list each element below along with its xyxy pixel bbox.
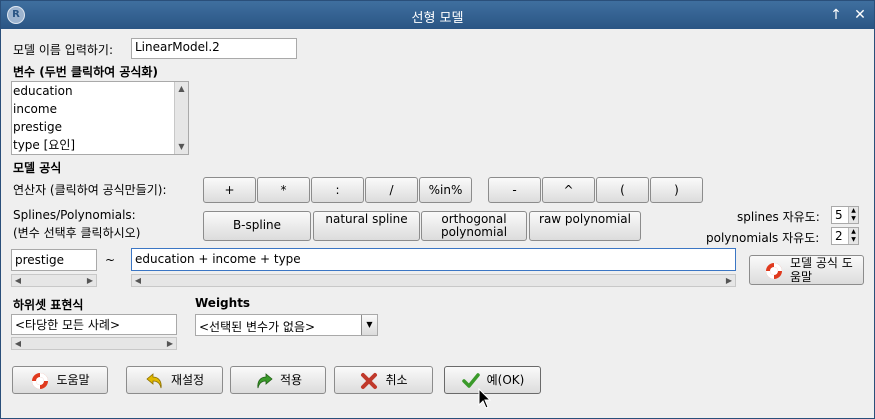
- scroll-right-icon[interactable]: ▶: [164, 338, 176, 349]
- lhs-input[interactable]: prestige: [11, 249, 97, 271]
- spin-arrows-icon[interactable]: ▲ ▼: [848, 228, 858, 244]
- natural-spline-button[interactable]: natural spline: [313, 211, 420, 241]
- rhs-scrollbar[interactable]: ◀ ▶: [131, 274, 736, 287]
- ok-button[interactable]: 예(OK): [444, 366, 541, 394]
- tilde-label: ~: [105, 253, 116, 267]
- poly-df-value: 2: [835, 229, 843, 243]
- operator-slash-button[interactable]: /: [365, 177, 418, 203]
- operator-lparen-button[interactable]: (: [596, 177, 649, 203]
- help-button-label: 도움말: [56, 373, 90, 387]
- title-bar: R 선형 모델 ↑ ✕: [1, 1, 874, 29]
- apply-button[interactable]: 적용: [230, 366, 326, 394]
- model-name-label: 모델 이름 입력하기:: [13, 43, 113, 57]
- redo-arrow-icon: [257, 372, 273, 388]
- reset-button[interactable]: 재설정: [126, 366, 223, 394]
- scroll-left-icon[interactable]: ◀: [132, 275, 144, 286]
- model-name-input[interactable]: LinearModel.2: [131, 38, 297, 59]
- operator-rparen-button[interactable]: ): [650, 177, 703, 203]
- apply-button-label: 적용: [279, 373, 303, 387]
- bspline-button[interactable]: B-spline: [203, 211, 311, 241]
- splines-label: Splines/Polynomials:: [13, 208, 136, 222]
- splines-df-label: splines 자유도:: [737, 210, 820, 224]
- scroll-up-icon[interactable]: ▲: [175, 82, 188, 96]
- subset-scrollbar[interactable]: ◀ ▶: [11, 337, 177, 350]
- ok-button-label: 예(OK): [486, 373, 525, 387]
- operator-in-button[interactable]: %in%: [419, 177, 472, 203]
- maximize-icon[interactable]: ↑: [827, 6, 845, 24]
- close-icon[interactable]: ✕: [851, 6, 869, 24]
- cancel-button-label: 취소: [385, 373, 408, 387]
- operator-minus-button[interactable]: -: [488, 177, 541, 203]
- reset-button-label: 재설정: [170, 373, 205, 387]
- weights-select[interactable]: <선택된 변수가 없음> ▼: [195, 314, 378, 336]
- poly-df-spinbox[interactable]: 2 ▲ ▼: [831, 227, 859, 245]
- lhs-scrollbar[interactable]: ◀ ▶: [11, 274, 97, 287]
- cancel-x-icon: [361, 372, 378, 389]
- variables-listbox[interactable]: education income prestige type [요인] ▲ ▼: [11, 81, 189, 155]
- list-item[interactable]: income: [12, 100, 188, 118]
- operators-label: 연산자 (클릭하여 공식만들기):: [13, 183, 167, 197]
- list-item[interactable]: type [요인]: [12, 136, 188, 154]
- splines-df-spinbox[interactable]: 5 ▲ ▼: [831, 206, 859, 224]
- cancel-button[interactable]: 취소: [334, 366, 433, 394]
- subset-heading: 하위셋 표현식: [13, 298, 84, 312]
- list-item[interactable]: education: [12, 82, 188, 100]
- undo-arrow-icon: [146, 372, 162, 388]
- window-title: 선형 모델: [411, 11, 464, 26]
- scroll-right-icon[interactable]: ▶: [84, 275, 96, 286]
- lifebuoy-icon: [32, 372, 49, 389]
- scroll-right-icon[interactable]: ▶: [723, 275, 735, 286]
- help-button[interactable]: 도움말: [12, 366, 108, 394]
- formula-help-label: 모델 공식 도움말: [790, 256, 853, 284]
- operator-colon-button[interactable]: :: [311, 177, 364, 203]
- variables-scrollbar[interactable]: ▲ ▼: [174, 82, 188, 154]
- weights-value: <선택된 변수가 없음>: [199, 320, 316, 334]
- linear-model-dialog: R 선형 모델 ↑ ✕ 모델 이름 입력하기: LinearModel.2 변수…: [0, 0, 875, 419]
- dropdown-arrow-icon[interactable]: ▼: [361, 315, 377, 335]
- splines-hint-label: (변수 선택후 클릭하시오): [13, 226, 141, 240]
- formula-heading: 모델 공식: [13, 161, 62, 175]
- raw-polynomial-button[interactable]: raw polynomial: [529, 211, 641, 241]
- lifebuoy-icon: [766, 263, 782, 279]
- splines-df-value: 5: [835, 208, 843, 222]
- operator-caret-button[interactable]: ^: [542, 177, 595, 203]
- weights-heading: Weights: [195, 296, 251, 310]
- operator-plus-button[interactable]: +: [203, 177, 256, 203]
- mouse-cursor-icon: [478, 388, 492, 409]
- bspline-label: B-spline: [232, 218, 282, 232]
- formula-help-button[interactable]: 모델 공식 도움말: [749, 255, 864, 285]
- poly-df-label: polynomials 자유도:: [706, 231, 820, 245]
- list-item[interactable]: prestige: [12, 118, 188, 136]
- rhs-input[interactable]: education + income + type: [131, 248, 736, 271]
- operator-times-button[interactable]: *: [257, 177, 310, 203]
- scroll-left-icon[interactable]: ◀: [12, 338, 24, 349]
- scroll-left-icon[interactable]: ◀: [12, 275, 24, 286]
- orthogonal-polynomial-button[interactable]: orthogonal polynomial: [421, 211, 527, 241]
- scroll-down-icon[interactable]: ▼: [175, 140, 188, 154]
- spin-arrows-icon[interactable]: ▲ ▼: [848, 207, 858, 223]
- variables-heading: 변수 (두번 클릭하여 공식화): [13, 65, 158, 79]
- subset-input[interactable]: <타당한 모든 사례>: [11, 314, 177, 335]
